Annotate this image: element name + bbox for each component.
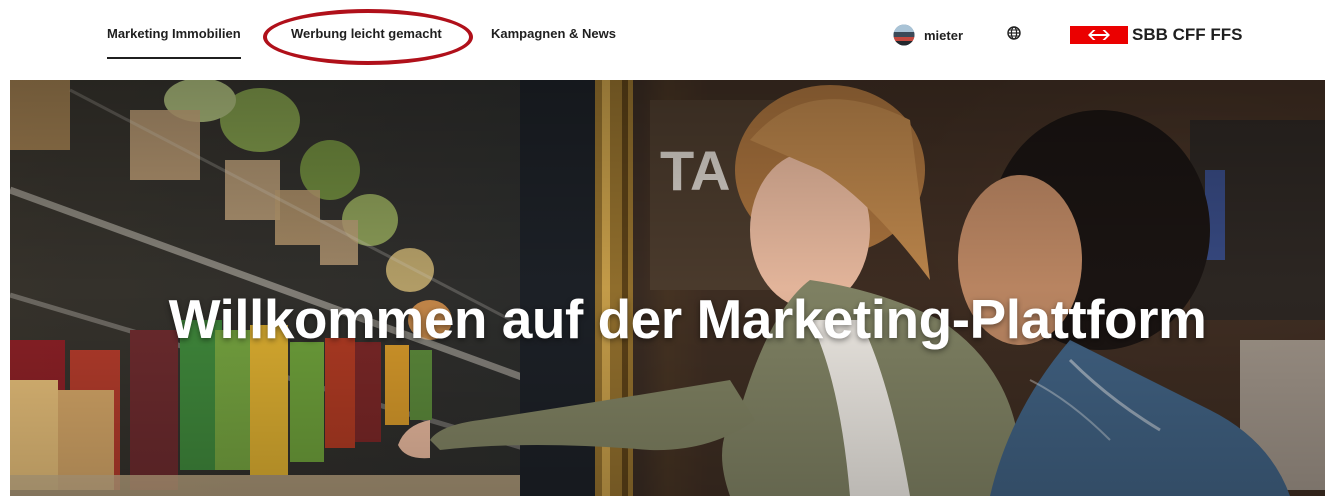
nav-kampagnen-news[interactable]: Kampagnen & News xyxy=(491,26,616,41)
sbb-logo-text: SBB CFF FFS xyxy=(1132,25,1243,44)
globe-icon[interactable] xyxy=(1007,26,1021,40)
nav-marketing-immobilien[interactable]: Marketing Immobilien xyxy=(107,26,241,59)
mieter-label: mieter xyxy=(924,27,964,43)
mieter-avatar-icon xyxy=(893,24,915,46)
top-navigation: Marketing Immobilien Werbung leicht gema… xyxy=(0,0,1325,70)
hero-banner: TA Willko xyxy=(10,80,1325,496)
mieter-link[interactable]: mieter xyxy=(893,23,963,47)
sbb-arrow-icon xyxy=(1070,26,1128,44)
sbb-logo[interactable]: SBB CFF FFS xyxy=(1070,25,1243,45)
nav-werbung-leicht-gemacht[interactable]: Werbung leicht gemacht xyxy=(291,26,442,41)
page: Marketing Immobilien Werbung leicht gema… xyxy=(0,0,1325,496)
hero-title: Willkommen auf der Marketing-Plattform xyxy=(168,287,1207,350)
